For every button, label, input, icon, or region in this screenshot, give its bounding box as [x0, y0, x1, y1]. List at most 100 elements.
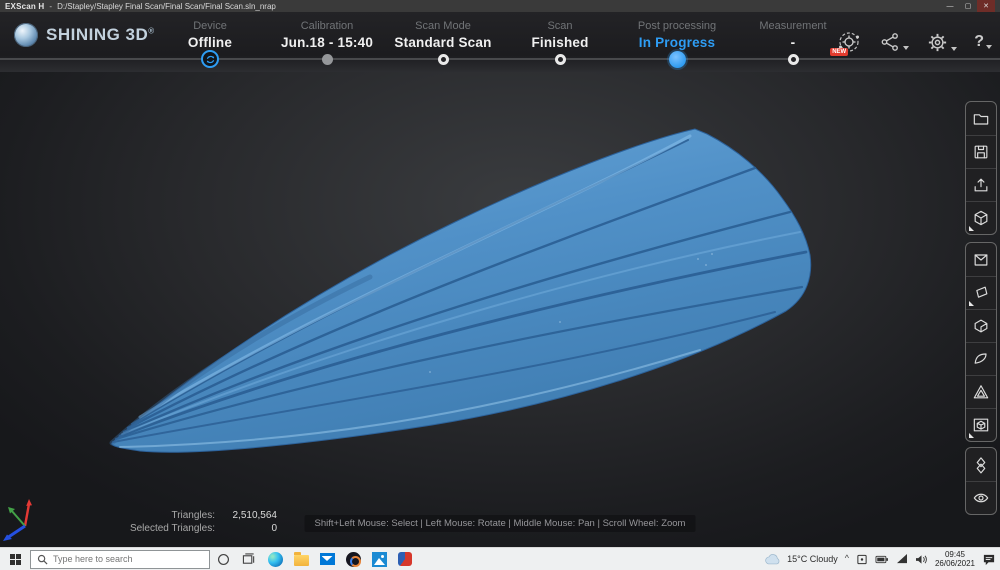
selected-triangles-value: 0	[215, 522, 277, 535]
mesh-tool-button[interactable]	[966, 243, 996, 276]
folder-icon	[971, 109, 991, 129]
selected-triangles-row: Selected Triangles: 0	[55, 522, 277, 535]
sidebar-group-view	[965, 447, 997, 515]
triangles-label: Triangles:	[55, 509, 215, 522]
framed-cube-icon	[971, 415, 991, 435]
tray-window-icon[interactable]	[856, 554, 868, 565]
cube-icon	[971, 208, 991, 228]
edge-button[interactable]	[262, 548, 288, 570]
app-window: EXScan H - D:/Stapley/Stapley Final Scan…	[0, 0, 1000, 570]
search-icon	[37, 554, 48, 565]
scan-dot[interactable]	[555, 54, 566, 65]
file-explorer-button[interactable]	[288, 548, 314, 570]
settings-button[interactable]	[926, 31, 957, 54]
edge-icon	[268, 552, 283, 567]
plane-select-button[interactable]	[966, 276, 996, 309]
dark-app-button[interactable]	[340, 548, 366, 570]
curved-surface-button[interactable]	[966, 342, 996, 375]
envelope-mesh-icon	[971, 250, 991, 270]
save-icon	[971, 142, 991, 162]
exscan-app-icon	[398, 552, 412, 566]
help-caret-icon	[986, 45, 992, 49]
exscan-app-button[interactable]	[392, 548, 418, 570]
share-caret-icon	[903, 46, 909, 50]
mesh-stats: Triangles: 2,510,564 Selected Triangles:…	[55, 509, 277, 535]
maximize-button[interactable]: ▢	[959, 0, 977, 12]
project-file-path: D:/Stapley/Stapley Final Scan/Final Scan…	[57, 2, 276, 11]
sidebar-group-edit	[965, 242, 997, 442]
task-view-button[interactable]	[236, 548, 262, 570]
windows-taskbar: 15°C Cloudy ^ 09:45 26/06/2021	[0, 547, 1000, 570]
frame-selection-button[interactable]	[966, 408, 996, 441]
workflow-progress-line	[0, 58, 1000, 60]
post-processing-dot[interactable]	[669, 51, 686, 68]
calibration-dot[interactable]	[322, 54, 333, 65]
new-badge: NEW	[830, 48, 848, 56]
sidebar-group-project	[965, 101, 997, 235]
scan-mode-dot[interactable]	[438, 54, 449, 65]
tilted-plane-icon	[971, 283, 991, 303]
mouse-hint-bar: Shift+Left Mouse: Select | Left Mouse: R…	[305, 515, 696, 532]
mail-icon	[320, 553, 335, 565]
share-button[interactable]	[879, 31, 909, 53]
photos-icon	[372, 552, 387, 567]
dark-circle-app-icon	[346, 552, 361, 567]
measurement-dot[interactable]	[788, 54, 799, 65]
eye-icon	[971, 488, 991, 508]
notification-center-icon[interactable]	[982, 553, 996, 566]
header-icon-group: NEW	[836, 29, 992, 55]
triangle-mesh-icon	[971, 382, 991, 402]
share-icon	[879, 31, 901, 53]
cortana-icon	[217, 553, 230, 566]
3d-viewport[interactable]: Triangles: 2,510,564 Selected Triangles:…	[0, 72, 1000, 547]
sync-icon	[205, 54, 216, 65]
mail-button[interactable]	[314, 548, 340, 570]
file-explorer-icon	[294, 555, 309, 566]
cut-plane-button[interactable]	[966, 309, 996, 342]
axis-gizmo-icon[interactable]	[3, 496, 47, 542]
settings-caret-icon	[951, 47, 957, 51]
triangles-row: Triangles: 2,510,564	[55, 509, 277, 522]
title-bar: EXScan H - D:/Stapley/Stapley Final Scan…	[0, 0, 1000, 12]
open-project-button[interactable]	[966, 102, 996, 135]
cortana-button[interactable]	[210, 548, 236, 570]
close-button[interactable]: ✕	[977, 0, 995, 12]
battery-icon[interactable]	[875, 555, 889, 564]
app-title: EXScan H	[5, 2, 44, 11]
save-project-button[interactable]	[966, 135, 996, 168]
gear-icon	[926, 31, 949, 54]
workflow-toolbar: SHINING 3D® Device Offline Calibration J…	[0, 12, 1000, 72]
search-input[interactable]	[53, 554, 193, 564]
network-icon[interactable]	[896, 554, 908, 564]
time-text: 09:45	[935, 550, 975, 559]
triangles-value: 2,510,564	[215, 509, 277, 522]
volume-icon[interactable]	[915, 554, 928, 565]
curved-surface-icon	[971, 349, 991, 369]
visibility-button[interactable]	[966, 481, 996, 514]
mirror-button[interactable]	[966, 448, 996, 481]
shining3d-globe-icon	[14, 23, 38, 47]
device-sync-dot[interactable]	[201, 50, 219, 68]
selected-triangles-label: Selected Triangles:	[55, 522, 215, 535]
scanned-boat-model[interactable]	[0, 72, 1000, 547]
taskbar-clock[interactable]: 09:45 26/06/2021	[935, 550, 975, 568]
windows-logo-icon	[10, 554, 21, 565]
cut-cube-icon	[971, 316, 991, 336]
minimize-button[interactable]: —	[941, 0, 959, 12]
simplify-mesh-button[interactable]	[966, 375, 996, 408]
start-button[interactable]	[0, 548, 30, 570]
task-view-icon	[242, 553, 256, 566]
photos-button[interactable]	[366, 548, 392, 570]
export-upload-icon	[971, 175, 991, 195]
recalibration-button[interactable]: NEW	[836, 29, 862, 55]
taskbar-search[interactable]	[30, 550, 210, 569]
weather-text[interactable]: 15°C Cloudy	[787, 554, 838, 564]
brand-logo: SHINING 3D®	[14, 23, 155, 47]
title-separator: -	[49, 2, 52, 11]
export-data-button[interactable]	[966, 168, 996, 201]
model-view-button[interactable]	[966, 201, 996, 234]
taskbar-app-icons	[210, 548, 418, 570]
tray-expand-chevron[interactable]: ^	[845, 553, 849, 563]
help-button[interactable]: ?	[974, 32, 992, 52]
system-tray: 15°C Cloudy ^ 09:45 26/06/2021	[764, 550, 1000, 568]
